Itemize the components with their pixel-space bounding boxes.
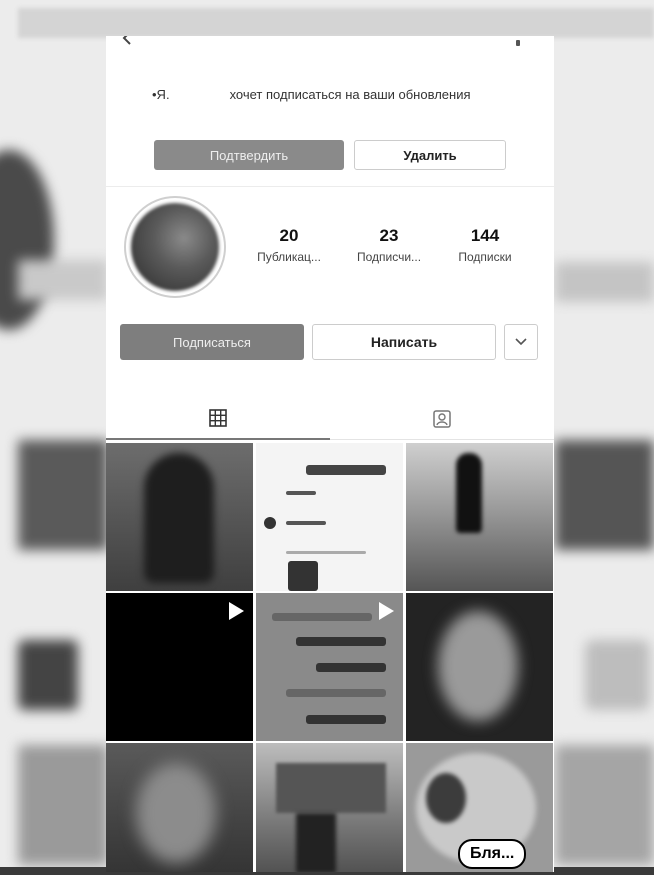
post-figure <box>438 611 518 721</box>
stat-posts-label: Публикац... <box>257 250 321 264</box>
post-blur-detail <box>306 465 386 475</box>
post-blur-detail <box>286 521 326 525</box>
post-blur-detail <box>286 551 366 554</box>
tab-tagged[interactable] <box>330 398 554 440</box>
stat-following[interactable]: 144 Подписки <box>440 226 530 264</box>
grid-icon <box>209 409 227 427</box>
stat-followers-value: 23 <box>379 226 399 245</box>
post-thumbnail[interactable] <box>256 593 403 741</box>
backdrop-blur-block <box>585 640 650 710</box>
top-nav <box>106 36 554 54</box>
post-figure <box>296 813 336 872</box>
post-thumbnail[interactable] <box>256 443 403 591</box>
stat-followers-label: Подписчи... <box>356 250 422 264</box>
follow-button[interactable]: Подписаться <box>120 324 304 360</box>
confirm-request-button[interactable]: Подтвердить <box>154 140 344 170</box>
post-thumbnail[interactable] <box>106 443 253 591</box>
profile-screen: •Я. хочет подписаться на ваши обновления … <box>106 36 554 872</box>
message-button[interactable]: Написать <box>312 324 496 360</box>
posts-grid: Бля... <box>106 443 554 872</box>
divider <box>106 186 554 187</box>
post-thumbnail[interactable] <box>406 593 553 741</box>
backdrop-blur-block <box>18 440 108 550</box>
backdrop-blur-block <box>18 640 78 710</box>
post-thumbnail[interactable] <box>106 743 253 872</box>
follow-request-message: хочет подписаться на ваши обновления <box>229 87 471 102</box>
stat-followers[interactable]: 23 Подписчи... <box>344 226 434 264</box>
post-figure <box>456 453 482 533</box>
post-blur-detail <box>272 613 372 621</box>
meme-caption: Бля... <box>458 839 527 869</box>
backdrop-avatar-blur <box>0 150 54 330</box>
suggested-accounts-button[interactable] <box>504 324 538 360</box>
post-thumbnail[interactable] <box>106 593 253 741</box>
post-blur-detail <box>296 637 386 646</box>
post-blur-detail <box>288 561 318 591</box>
delete-request-button[interactable]: Удалить <box>354 140 506 170</box>
backdrop-blur-block <box>18 260 108 300</box>
play-icon <box>379 602 394 620</box>
post-blur-detail <box>316 663 386 672</box>
post-blur-detail <box>264 517 276 529</box>
back-arrow-icon[interactable] <box>120 36 136 46</box>
post-figure <box>144 453 214 583</box>
post-thumbnail[interactable]: Бля... <box>406 743 553 872</box>
backdrop-top-bar <box>18 8 654 38</box>
tab-grid[interactable] <box>106 398 330 440</box>
post-figure <box>426 773 466 823</box>
post-thumbnail[interactable] <box>406 443 553 591</box>
backdrop-blur-block <box>18 745 108 865</box>
post-figure <box>136 763 216 863</box>
requester-prefix: •Я. <box>152 87 170 102</box>
backdrop-blur-block <box>555 745 654 865</box>
play-icon <box>229 602 244 620</box>
avatar[interactable] <box>124 196 226 298</box>
profile-tabs <box>106 398 554 440</box>
post-blur-detail <box>286 689 386 697</box>
post-thumbnail[interactable] <box>256 743 403 872</box>
tagged-photo-icon <box>433 409 451 428</box>
stat-posts-value: 20 <box>279 226 299 245</box>
backdrop-blur-block <box>555 262 654 302</box>
options-icon[interactable] <box>516 40 520 46</box>
follow-request-text: •Я. хочет подписаться на ваши обновления <box>152 86 512 103</box>
stat-following-label: Подписки <box>458 250 512 264</box>
post-blur-detail <box>306 715 386 724</box>
chevron-down-icon <box>515 338 527 346</box>
stat-following-value: 144 <box>470 226 500 245</box>
backdrop-blur-block <box>555 440 654 550</box>
post-blur-detail <box>276 763 386 813</box>
post-blur-detail <box>286 491 316 495</box>
stat-posts[interactable]: 20 Публикац... <box>244 226 334 264</box>
avatar-image <box>131 203 219 291</box>
